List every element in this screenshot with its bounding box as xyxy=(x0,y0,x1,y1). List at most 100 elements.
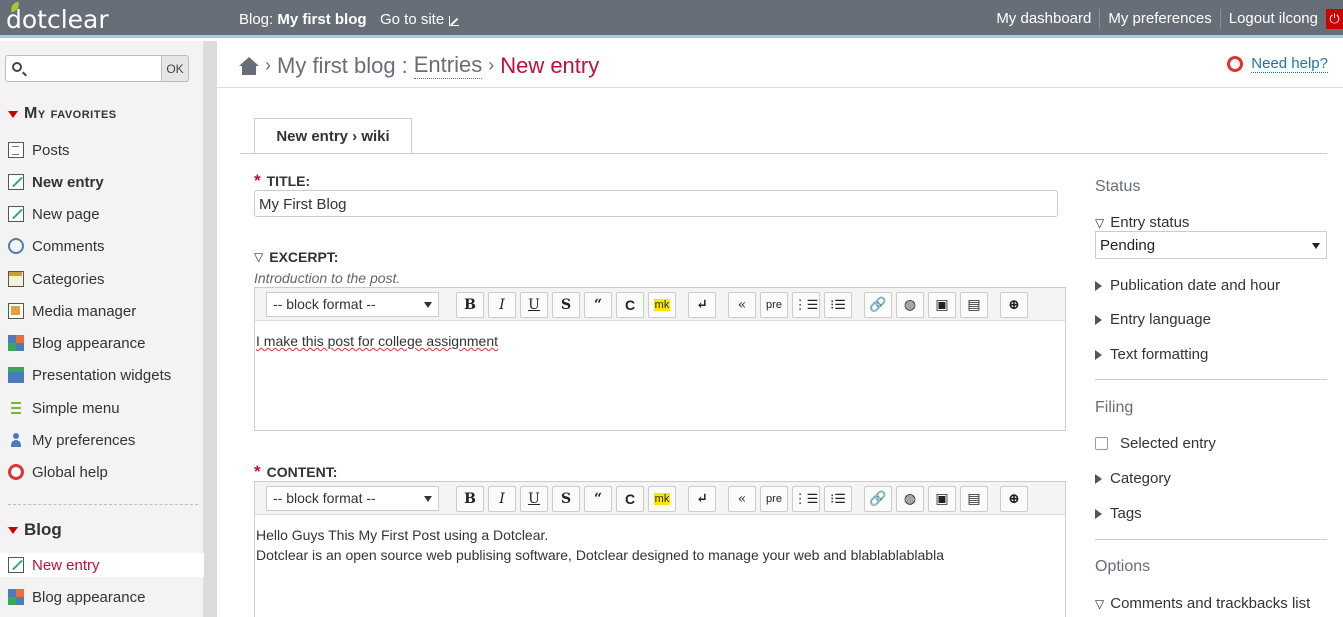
need-help-label: Need help? xyxy=(1251,55,1328,73)
document-button[interactable]: ▤ xyxy=(960,292,988,318)
blockquote-button[interactable]: « xyxy=(728,292,756,318)
link-button[interactable]: 🔗 xyxy=(864,486,892,512)
sidebar-item-label: Simple menu xyxy=(32,399,120,417)
blog-section-toggle[interactable]: Blog xyxy=(8,520,62,540)
selected-entry-checkbox[interactable]: Selected entry xyxy=(1095,435,1216,452)
entry-status-select[interactable]: Pending xyxy=(1095,231,1327,259)
comments-icon xyxy=(8,238,24,254)
code-button[interactable]: C xyxy=(616,486,644,512)
sidebar-item-categories[interactable]: Categories xyxy=(0,267,204,291)
tab-divider xyxy=(240,153,1327,154)
sidebar-item-label: Posts xyxy=(32,141,70,159)
block-format-value: -- block format -- xyxy=(273,296,376,312)
image-button[interactable]: ▣ xyxy=(928,292,956,318)
content-textarea[interactable]: Hello Guys This My First Post using a Do… xyxy=(255,515,1065,575)
sidebar-item-blog-appearance-2[interactable]: Blog appearance xyxy=(0,585,204,609)
line-break-button[interactable]: ↵ xyxy=(688,486,716,512)
italic-button[interactable]: I xyxy=(488,486,516,512)
quote-button[interactable]: “ xyxy=(584,486,612,512)
options-heading: Options xyxy=(1095,558,1151,575)
add-button[interactable]: ⊕ xyxy=(1000,486,1028,512)
image-button[interactable]: ▣ xyxy=(928,486,956,512)
mark-button[interactable]: mk xyxy=(648,292,676,318)
my-preferences-link[interactable]: My preferences xyxy=(1099,9,1219,29)
underline-button[interactable]: U xyxy=(520,292,548,318)
title-input[interactable]: My First Blog xyxy=(254,190,1058,217)
blockquote-button[interactable]: « xyxy=(728,486,756,512)
block-format-select[interactable]: -- block format -- xyxy=(266,486,439,511)
ordered-list-button[interactable]: ⁝☰ xyxy=(824,486,852,512)
sidebar-item-new-entry[interactable]: New entry xyxy=(0,170,204,194)
content-line-2: Dotclear is an open source web publising… xyxy=(256,547,944,563)
dropdown-arrow-icon xyxy=(424,496,432,502)
need-help-link[interactable]: Need help? xyxy=(1227,55,1328,73)
tab-new-entry-wiki[interactable]: New entry › wiki xyxy=(254,118,412,154)
sidebar-item-media-manager[interactable]: Media manager xyxy=(0,299,204,323)
publication-date-toggle[interactable]: Publication date and hour xyxy=(1095,277,1280,294)
dotclear-logo[interactable]: dotclear xyxy=(6,1,109,34)
comments-trackbacks-label: Comments and trackbacks list xyxy=(1110,595,1311,612)
sidebar-item-my-preferences[interactable]: My preferences xyxy=(0,428,204,452)
favorites-title: My favorites xyxy=(24,105,117,122)
numbered-list-icon: ⁝☰ xyxy=(830,491,846,506)
menu-icon xyxy=(8,400,24,416)
strike-button[interactable]: S xyxy=(552,292,580,318)
text-formatting-toggle[interactable]: Text formatting xyxy=(1095,346,1208,363)
my-dashboard-link[interactable]: My dashboard xyxy=(988,9,1099,29)
breadcrumb-separator: › xyxy=(265,55,271,75)
sidebar-toggle-bar[interactable] xyxy=(204,41,217,617)
sidebar-item-presentation-widgets[interactable]: Presentation widgets xyxy=(0,363,204,387)
excerpt-label[interactable]: ▽ EXCERPT: xyxy=(254,249,338,265)
sidebar-item-blog-new-entry[interactable]: New entry xyxy=(0,553,204,577)
ordered-list-button[interactable]: ⁝☰ xyxy=(824,292,852,318)
go-to-site-link[interactable]: Go to site xyxy=(380,11,460,28)
sidebar-item-simple-menu[interactable]: Simple menu xyxy=(0,396,204,420)
search-input[interactable] xyxy=(5,55,162,82)
entry-status-toggle[interactable]: ▽ Entry status xyxy=(1095,214,1189,231)
mark-button[interactable]: mk xyxy=(648,486,676,512)
entry-language-label: Entry language xyxy=(1110,311,1211,328)
category-toggle[interactable]: Category xyxy=(1095,470,1171,487)
link-button[interactable]: 🔗 xyxy=(864,292,892,318)
search-ok-button[interactable]: OK xyxy=(162,55,189,82)
block-format-select[interactable]: -- block format -- xyxy=(266,292,439,317)
code-button[interactable]: C xyxy=(616,292,644,318)
document-button[interactable]: ▤ xyxy=(960,486,988,512)
tags-toggle[interactable]: Tags xyxy=(1095,505,1142,522)
underline-button[interactable]: U xyxy=(520,486,548,512)
bold-button[interactable]: B xyxy=(456,292,484,318)
favorites-section-toggle[interactable]: My favorites xyxy=(8,105,117,123)
unordered-list-button[interactable]: ⋮☰ xyxy=(792,486,820,512)
categories-icon xyxy=(8,271,24,287)
sidebar-item-label: My preferences xyxy=(32,431,136,449)
excerpt-textarea[interactable]: I make this post for college assignment xyxy=(255,321,1065,361)
home-icon[interactable] xyxy=(239,56,259,75)
logout-link[interactable]: Logout ilcong xyxy=(1219,9,1326,29)
line-break-button[interactable]: ↵ xyxy=(688,292,716,318)
external-media-button[interactable]: ◍ xyxy=(896,486,924,512)
sidebar-item-global-help[interactable]: Global help xyxy=(0,460,204,484)
bold-button[interactable]: B xyxy=(456,486,484,512)
sidebar-item-new-page[interactable]: New page xyxy=(0,202,204,226)
checkbox[interactable] xyxy=(1095,437,1108,450)
caret-down-icon xyxy=(8,110,18,118)
add-button[interactable]: ⊕ xyxy=(1000,292,1028,318)
preformatted-button[interactable]: pre xyxy=(760,292,788,318)
dropdown-arrow-icon xyxy=(424,302,432,308)
power-icon[interactable]: ⏻ xyxy=(1326,9,1343,29)
external-media-button[interactable]: ◍ xyxy=(896,292,924,318)
unordered-list-button[interactable]: ⋮☰ xyxy=(792,292,820,318)
sidebar-item-posts[interactable]: Posts xyxy=(0,138,204,162)
content-label-text: CONTENT: xyxy=(266,464,338,480)
sidebar-item-blog-appearance[interactable]: Blog appearance xyxy=(0,331,204,355)
strike-button[interactable]: S xyxy=(552,486,580,512)
divider xyxy=(1095,539,1327,540)
preformatted-button[interactable]: pre xyxy=(760,486,788,512)
entry-language-toggle[interactable]: Entry language xyxy=(1095,311,1211,328)
quote-button[interactable]: “ xyxy=(584,292,612,318)
italic-button[interactable]: I xyxy=(488,292,516,318)
sidebar-item-comments[interactable]: Comments xyxy=(0,234,204,258)
comments-trackbacks-toggle[interactable]: ▽ Comments and trackbacks list xyxy=(1095,595,1310,612)
breadcrumb-entries-link[interactable]: Entries xyxy=(413,52,483,79)
image-icon: ▣ xyxy=(935,297,949,313)
